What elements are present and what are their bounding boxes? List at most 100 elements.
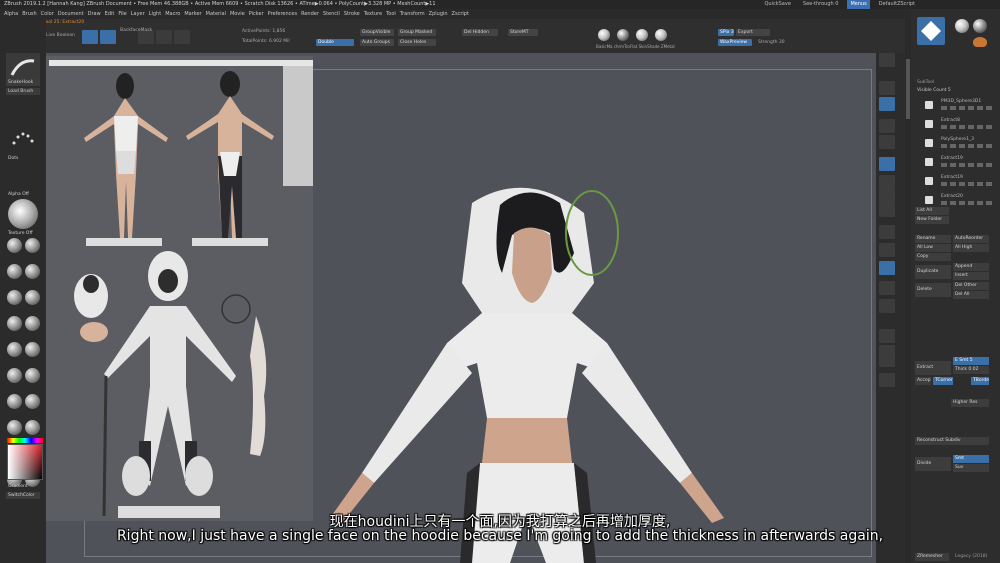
subtool-row[interactable]: PM3D_Sphere3D1 [915, 99, 997, 113]
draw-button[interactable] [100, 30, 116, 44]
subtool-toggle-icons[interactable] [941, 201, 993, 205]
menu-item[interactable]: Edit [105, 9, 115, 19]
material-sphere-icon[interactable] [598, 29, 610, 41]
switch-color-button[interactable]: SwitchColor [6, 492, 40, 499]
subtool-row[interactable]: Extract20 [915, 194, 997, 208]
tool-sphere-icon[interactable] [973, 19, 987, 33]
menus-button[interactable]: Menus [847, 0, 870, 9]
duplicate-button[interactable]: Duplicate [915, 265, 951, 279]
menu-item[interactable]: Light [149, 9, 161, 19]
all-low-button[interactable]: All Low [915, 244, 951, 252]
subtool-row[interactable]: Extract19 [915, 175, 997, 189]
suv-toggle[interactable]: Suv [953, 464, 989, 472]
brush-icon[interactable] [25, 342, 40, 357]
document-viewport[interactable] [46, 53, 876, 563]
brush-icon[interactable] [25, 264, 40, 279]
brush-icon[interactable] [7, 264, 22, 279]
menu-item[interactable]: Render [301, 9, 319, 19]
menu-item[interactable]: Marker [184, 9, 201, 19]
shelf-frame-button[interactable] [879, 203, 895, 217]
strength-slider[interactable]: Strength 30 [756, 39, 796, 46]
menu-item[interactable]: Material [206, 9, 226, 19]
shelf-polyf-button[interactable] [879, 299, 895, 313]
load-brush-button[interactable]: Load Brush [6, 88, 40, 95]
shelf-persp-button[interactable] [879, 157, 895, 171]
brush-icon[interactable] [7, 290, 22, 305]
subtool-toggle-icons[interactable] [941, 144, 993, 148]
menu-item[interactable]: Zscript [452, 9, 469, 19]
edit-button[interactable] [82, 30, 98, 44]
auto-groups-button[interactable]: Auto Groups [360, 39, 394, 46]
brush-icon[interactable] [25, 290, 40, 305]
brush-icon[interactable] [25, 316, 40, 331]
shelf-floor-button[interactable] [879, 175, 895, 189]
extract-button[interactable]: Extract [915, 361, 951, 375]
see-through-slider[interactable]: See-through 0 [800, 0, 842, 9]
autoreorder-button[interactable]: AutoReorder [953, 235, 989, 243]
all-high-button[interactable]: All High [953, 244, 989, 252]
brush-icon[interactable] [7, 316, 22, 331]
subtool-toggle-icons[interactable] [941, 106, 993, 110]
shelf-scale-button[interactable] [879, 243, 895, 257]
menu-item[interactable]: Layer [131, 9, 145, 19]
del-other-button[interactable]: Del Other [953, 282, 989, 290]
menu-item[interactable]: Stencil [323, 9, 340, 19]
wax-preview-button[interactable]: WaxPreview [718, 39, 752, 46]
subtool-toggle-icons[interactable] [941, 163, 993, 167]
e-smt-slider[interactable]: E Smt 5 [953, 357, 989, 365]
shelf-local-button[interactable] [879, 189, 895, 203]
menu-item[interactable]: Color [41, 9, 54, 19]
subtool-row[interactable]: Extract8 [915, 118, 997, 132]
group-masked-button[interactable]: Group Masked [398, 29, 436, 36]
accept-button[interactable]: Accept [915, 377, 931, 385]
rotate-button[interactable] [174, 30, 190, 44]
group-visible-button[interactable]: GroupVisible [360, 29, 394, 36]
menu-item[interactable]: File [118, 9, 126, 19]
brush-icon[interactable] [7, 238, 22, 253]
list-all-button[interactable]: List All [915, 207, 949, 215]
shelf-rotate-button[interactable] [879, 261, 895, 275]
hue-strip[interactable] [7, 438, 43, 443]
tool-orange-icon[interactable] [973, 37, 987, 47]
shelf-scroll-button[interactable] [879, 81, 895, 95]
scale-button[interactable] [156, 30, 172, 44]
current-tool-thumbnail[interactable] [917, 17, 945, 45]
brush-icon[interactable] [25, 420, 40, 435]
backface-mask-toggle[interactable]: BackfaceMask [118, 27, 154, 34]
new-folder-button[interactable]: New Folder [915, 216, 949, 224]
material-sphere-icon[interactable] [655, 29, 667, 41]
shelf-spix-button[interactable] [879, 53, 895, 67]
menu-item[interactable]: Tool [386, 9, 396, 19]
zremesher-button[interactable]: ZRemesher [915, 553, 949, 561]
brush-icon[interactable] [25, 394, 40, 409]
append-button[interactable]: Append [953, 263, 989, 271]
live-boolean-button[interactable]: Live Boolean [44, 32, 77, 39]
menu-item[interactable]: Texture [364, 9, 382, 19]
tcorner-toggle[interactable]: TCorner [933, 377, 953, 385]
shelf-solo-button[interactable] [879, 353, 895, 367]
copy-button[interactable]: Copy [915, 253, 951, 261]
insert-button[interactable]: Insert [953, 272, 989, 280]
menu-item[interactable]: Document [58, 9, 84, 19]
subtool-toggle-icons[interactable] [941, 125, 993, 129]
menu-item[interactable]: Transform [400, 9, 425, 19]
brush-icon[interactable] [7, 368, 22, 383]
visible-count[interactable]: Visible Count 5 [915, 87, 997, 95]
higher-res-button[interactable]: Higher Res [951, 399, 989, 407]
color-picker[interactable] [7, 444, 43, 480]
close-holes-button[interactable]: Close Holes [398, 39, 436, 46]
store-mt-button[interactable]: StoreMT [508, 29, 538, 36]
shelf-line-fill-button[interactable] [879, 281, 895, 295]
subtool-toggle-icons[interactable] [941, 182, 993, 186]
main-3d-model[interactable] [322, 173, 742, 563]
spix-button[interactable]: SPix 3 [718, 29, 734, 36]
menu-item[interactable]: Alpha [4, 9, 18, 19]
menu-item[interactable]: Macro [165, 9, 180, 19]
quicksave-button[interactable]: QuickSave [761, 0, 793, 9]
material-sphere-icon[interactable] [636, 29, 648, 41]
tborder-toggle[interactable]: TBorder [971, 377, 989, 385]
subtool-row[interactable]: PolySphere1_3 [915, 137, 997, 151]
menu-item[interactable]: Zplugin [429, 9, 448, 19]
menu-item[interactable]: Picker [249, 9, 264, 19]
alpha-thumbnail[interactable] [8, 199, 38, 229]
